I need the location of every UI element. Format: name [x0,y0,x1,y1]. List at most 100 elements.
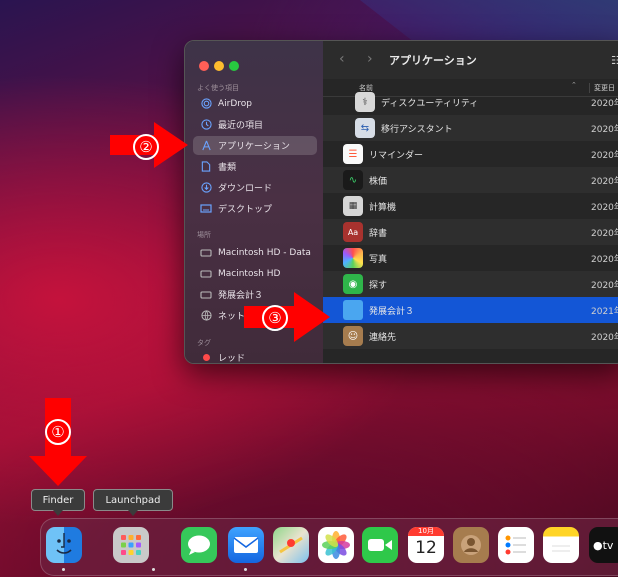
file-date: 2021年 [591,306,618,317]
apple-logo-icon: ● [593,538,603,552]
reminders-icon[interactable] [498,527,534,563]
file-date: 2020年 [591,176,618,187]
sidebar-item-label: 書類 [218,163,237,173]
sort-chevron-icon: ⌃ [571,81,577,89]
disk-icon [199,269,213,278]
sidebar-item-label: Macintosh HD [218,268,281,279]
maps-icon[interactable] [273,527,309,563]
file-date: 2020年 [591,202,618,213]
photos-icon [343,248,363,268]
sidebar-item-macintosh-hd-data[interactable]: Macintosh HD - Data [193,243,317,262]
airdrop-icon [199,98,213,109]
sidebar-item-label: レッド [218,354,246,364]
calendar-icon[interactable]: 10月 12 [408,527,444,563]
calendar-month: 10月 [408,527,444,536]
file-date: 2020年 [591,280,618,291]
disk-icon [199,290,213,299]
list-item[interactable]: ⚕ ディスクユーティリティ 2020年 [323,89,618,115]
minimize-button[interactable] [214,61,224,71]
sidebar-item-label: デスクトップ [218,205,273,215]
calendar-day: 12 [415,538,437,558]
sidebar-item-downloads[interactable]: ダウンロード [193,178,317,197]
stocks-icon: ∿ [343,170,363,190]
folder-icon [343,300,363,320]
step-3-badge: ③ [262,305,288,331]
sidebar-item-recents[interactable]: 最近の項目 [193,115,317,134]
find-my-icon: ◉ [343,274,363,294]
sidebar-item-airdrop[interactable]: AirDrop [193,94,317,113]
favorites-header: よく使う項目 [197,84,239,92]
list-item[interactable]: ☺ 連絡先 2020年 [323,323,618,349]
launchpad-icon[interactable] [113,527,149,563]
list-item[interactable]: 写真 2020年 [323,245,618,271]
file-date: 2020年 [591,332,618,343]
finder-icon[interactable] [46,527,82,563]
file-name: ディスクユーティリティ [381,98,479,109]
file-list: ⚕ ディスクユーティリティ 2020年 ⇆ 移行アシスタント 2020年 ☰ リ… [323,92,618,363]
sidebar-item-documents[interactable]: 書類 [193,157,317,176]
sidebar-item-label: アプリケーション [218,142,290,152]
file-name: 連絡先 [369,332,397,343]
desktop-icon [199,203,213,214]
list-item[interactable]: ∿ 株価 2020年 [323,167,618,193]
launchpad-tooltip: Launchpad [93,489,173,516]
reminders-icon: ☰ [343,144,363,164]
tv-label: tv [602,538,614,552]
forward-button[interactable]: › [367,51,373,67]
applications-icon [199,140,213,151]
list-item[interactable]: ☰ リマインダー 2020年 [323,141,618,167]
file-date: 2020年 [591,98,618,109]
disk-icon [199,248,213,257]
finder-tooltip: Finder [31,489,85,516]
view-options-icon[interactable]: ☷ [611,54,618,67]
list-item[interactable]: ◉ 探す 2020年 [323,271,618,297]
red-tag-icon [199,354,213,361]
messages-icon[interactable] [181,527,217,563]
step-1-badge: ① [45,419,71,445]
file-date: 2020年 [591,228,618,239]
sidebar-item-applications[interactable]: アプリケーション [193,136,317,155]
file-date: 2020年 [591,150,618,161]
close-button[interactable] [199,61,209,71]
sidebar-item-label: ダウンロード [218,184,273,194]
running-indicator [62,568,65,571]
sidebar-item-desktop[interactable]: デスクトップ [193,199,317,218]
list-item[interactable]: ▦ 計算機 2020年 [323,193,618,219]
file-name: 計算機 [369,202,397,213]
document-icon [199,161,213,172]
file-name: 発展会計３ [369,306,415,317]
file-name: 株価 [369,176,388,187]
sidebar-item-label: 最近の項目 [218,121,264,131]
back-button[interactable]: ‹ [339,51,345,67]
migration-assistant-icon: ⇆ [355,118,375,138]
disk-utility-icon: ⚕ [355,92,375,112]
running-indicator [244,568,247,571]
apple-tv-icon[interactable]: ● tv [589,527,618,563]
tags-header: タグ [197,339,211,347]
file-date: 2020年 [591,254,618,265]
sidebar-item-tag-red[interactable]: レッド [193,348,317,364]
network-icon [199,310,213,321]
list-item[interactable]: Aa 辞書 2020年 [323,219,618,245]
sidebar-item-label: AirDrop [218,98,253,109]
file-name: 写真 [369,254,388,265]
file-name: リマインダー [369,150,424,161]
file-name: 探す [369,280,388,291]
facetime-icon[interactable] [362,527,398,563]
contacts-icon[interactable] [453,527,489,563]
window-title: アプリケーション [389,54,477,67]
list-item-selected[interactable]: 発展会計３ 2021年 [323,297,618,323]
sidebar-item-label: Macintosh HD - Data [218,247,311,258]
list-item[interactable]: ⇆ 移行アシスタント 2020年 [323,115,618,141]
contacts-icon: ☺ [343,326,363,346]
photos-icon[interactable] [318,527,354,563]
zoom-button[interactable] [229,61,239,71]
window-controls [199,56,244,75]
sidebar-item-macintosh-hd[interactable]: Macintosh HD [193,264,317,283]
file-name: 移行アシスタント [381,124,453,135]
file-name: 辞書 [369,228,388,239]
notes-icon[interactable] [543,527,579,563]
mail-icon[interactable] [228,527,264,563]
file-date: 2020年 [591,124,618,135]
arrow-right-icon [244,292,330,342]
